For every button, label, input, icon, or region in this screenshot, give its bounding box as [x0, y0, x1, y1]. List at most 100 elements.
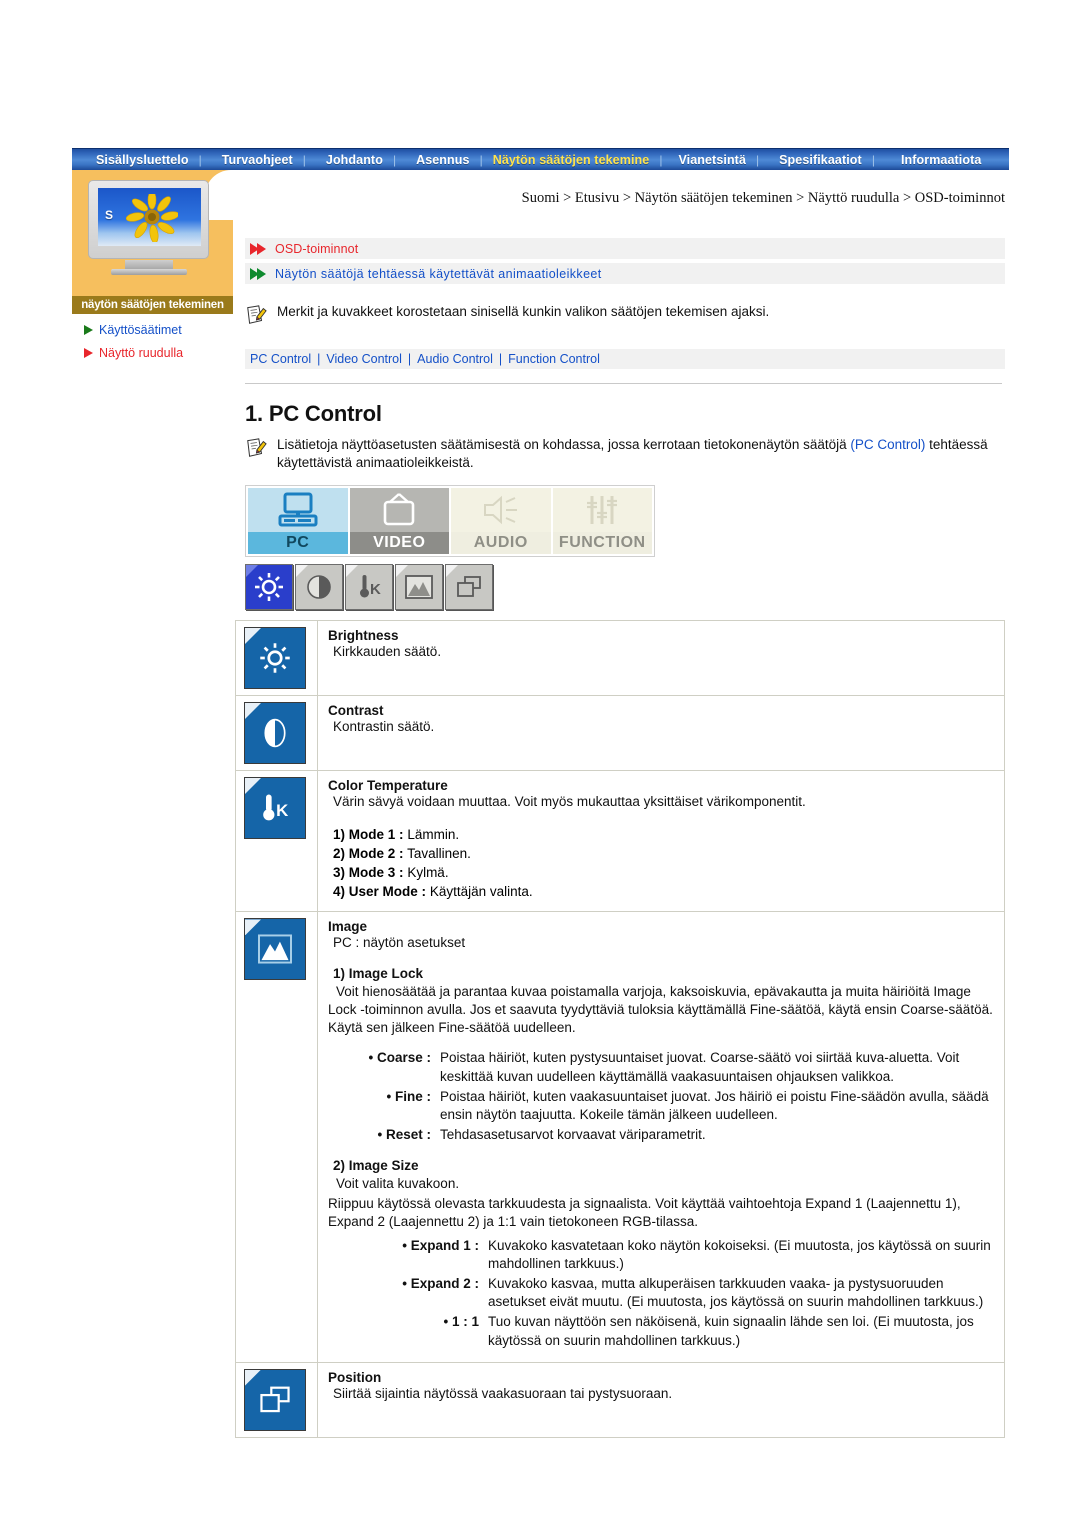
section-header-osd-toiminnot[interactable]: OSD-toiminnot — [245, 238, 1005, 259]
monitor-base — [111, 269, 187, 275]
tv-icon — [350, 488, 450, 532]
row-description: Värin sävyä voidaan muuttaa. Voit myös m… — [333, 794, 806, 809]
nav-item-spesifikaatiot[interactable]: Spesifikaatiot — [773, 153, 868, 167]
table-row-text-cell: Brightness Kirkkauden säätö. — [318, 621, 1004, 695]
page-root: Sisällysluettelo | Turvaohjeet | Johdant… — [0, 0, 1080, 1528]
control-links-bar: PC Control | Video Control | Audio Contr… — [245, 349, 1005, 369]
nav-item-sisallysluettelo[interactable]: Sisällysluettelo — [90, 153, 195, 167]
definition-description: Poistaa häiriöt, kuten vaakasuuntaiset j… — [440, 1088, 989, 1122]
image-size-body-2: Riippuu käytössä olevasta tarkkuudesta j… — [328, 1195, 961, 1230]
image-icon — [244, 918, 306, 981]
definition-description: Tuo kuvan näyttöön sen näköisenä, kuin s… — [488, 1314, 974, 1348]
table-row-text-cell: Position Siirtää sijaintia näytössä vaak… — [318, 1363, 1004, 1437]
mode-name: Mode 3 : — [348, 865, 404, 881]
link-function-control[interactable]: Function Control — [508, 352, 600, 366]
tab-function-label: FUNCTION — [552, 532, 652, 554]
intro-link-pc-control[interactable]: (PC Control) — [850, 437, 925, 452]
nav-separator: | — [198, 152, 202, 167]
link-pc-control[interactable]: PC Control — [250, 352, 311, 366]
table-row-position: Position Siirtää sijaintia näytössä vaak… — [236, 1362, 1004, 1437]
osd-main-tabs: PC VIDEO AUDIO FUNCTION — [245, 485, 655, 557]
definition-description: Poistaa häiriöt, kuten pystysuuntaiset j… — [440, 1050, 960, 1084]
definition-row: • Fine : Poistaa häiriöt, kuten vaakasuu… — [328, 1088, 994, 1124]
mode-name: Mode 1 : — [348, 826, 404, 842]
monitor-screen: S — [98, 188, 201, 246]
row-title: Color Temperature — [328, 778, 448, 793]
link-audio-control[interactable]: Audio Control — [417, 352, 493, 366]
row-title: Image — [328, 919, 368, 935]
definition-term: • Reset : — [377, 1126, 432, 1142]
brightness-icon-button[interactable] — [245, 564, 293, 610]
nav-separator: | — [479, 152, 483, 167]
image-size-block: 2) Image Size Voit valita kuvakoon. Riip… — [328, 1158, 994, 1350]
image-icon-button[interactable] — [395, 564, 443, 610]
row-title: Brightness — [328, 628, 399, 643]
link-video-control[interactable]: Video Control — [326, 352, 402, 366]
monitor-screen-letter: S — [105, 208, 114, 222]
definition-term: • Fine : — [386, 1088, 431, 1104]
contrast-icon — [307, 575, 331, 599]
sidebar-item-naytto-ruudulla[interactable]: Näyttö ruudulla — [72, 341, 247, 364]
tab-video[interactable]: VIDEO — [349, 488, 450, 554]
mode-num: 3) — [333, 865, 346, 881]
mode-value: Tavallinen. — [407, 845, 471, 861]
color-temperature-icon: K — [244, 777, 306, 839]
image-lock-definition-list: • Coarse : Poistaa häiriöt, kuten pystys… — [328, 1049, 994, 1143]
section-header-label: OSD-toiminnot — [275, 241, 359, 256]
tab-audio[interactable]: AUDIO — [451, 488, 551, 554]
definition-term: • Expand 2 : — [402, 1276, 479, 1292]
nav-item-johdanto[interactable]: Johdanto — [320, 153, 389, 167]
definition-description: Kuvakoko kasvaa, mutta alkuperäisen tark… — [488, 1276, 984, 1310]
mode-item: 1) Mode 1 : Lämmin. — [328, 825, 994, 844]
tab-pc-label: PC — [248, 532, 348, 554]
nav-separator: | — [871, 152, 875, 167]
table-row-icon-cell: K — [236, 771, 318, 912]
position-icon-button[interactable] — [445, 564, 493, 610]
mode-item: 2) Mode 2 : Tavallinen. — [328, 844, 994, 863]
nav-item-informaatiota[interactable]: Informaatiota — [895, 153, 987, 167]
intro-block: Lisätietoja näyttöasetusten säätämisestä… — [245, 436, 1005, 472]
link-separator: | — [407, 352, 412, 366]
sidebar-caption: näytön säätöjen tekeminen — [72, 296, 233, 314]
nav-item-turvaohjeet[interactable]: Turvaohjeet — [216, 153, 299, 167]
color-temperature-icon-button[interactable]: K — [345, 564, 393, 610]
nav-item-nayton-saatojen-tekemine[interactable]: Näytön säätöjen tekemine — [487, 153, 656, 167]
table-row-icon-cell — [236, 1362, 318, 1437]
speaker-icon — [451, 488, 551, 532]
mode-item: 3) Mode 3 : Kylmä. — [328, 863, 994, 882]
row-title: Position — [328, 1369, 382, 1385]
table-row-color-temperature: K Color Temperature Värin sävyä voidaan … — [236, 771, 1004, 913]
sidebar-item-label: Käyttösäätimet — [99, 322, 182, 337]
intro-text-part1: Lisätietoja näyttöasetusten säätämisestä… — [277, 437, 851, 452]
nav-item-asennus[interactable]: Asennus — [410, 153, 476, 167]
double-arrow-right-icon — [250, 242, 266, 255]
table-row-text-cell: Contrast Kontrastin säätö. — [318, 696, 1004, 770]
tab-function[interactable]: FUNCTION — [552, 488, 652, 554]
row-description: Siirtää sijaintia näytössä vaakasuoraan … — [333, 1385, 673, 1401]
section-header-label: Näytön säätöjä tehtäessä käytettävät ani… — [275, 266, 602, 281]
nav-separator: | — [302, 152, 306, 167]
mode-name: Mode 2 : — [348, 845, 404, 861]
osd-sub-icon-strip: K — [245, 564, 495, 612]
nav-separator: | — [756, 152, 760, 167]
definition-description: Tehdasasetusarvot korvaavat väriparametr… — [440, 1126, 706, 1142]
tab-video-label: VIDEO — [349, 532, 449, 554]
top-navigation-bar: Sisällysluettelo | Turvaohjeet | Johdant… — [72, 148, 1009, 170]
mode-num: 2) — [333, 845, 346, 861]
mode-value: Lämmin. — [407, 826, 460, 842]
link-separator: | — [498, 352, 503, 366]
contrast-icon-button[interactable] — [295, 564, 343, 610]
link-separator: | — [317, 352, 321, 366]
nav-separator: | — [392, 152, 397, 167]
svg-text:K: K — [276, 801, 289, 820]
color-temperature-icon: K — [360, 575, 381, 598]
contrast-icon — [244, 702, 306, 764]
sidebar-item-kayttosaatimet[interactable]: Käyttösäätimet — [72, 318, 247, 341]
row-description: Kontrastin säätö. — [333, 719, 435, 734]
nav-item-vianetsinta[interactable]: Vianetsintä — [672, 153, 752, 167]
tab-pc[interactable]: PC — [248, 488, 348, 554]
row-title: Contrast — [328, 703, 384, 718]
definition-row: • 1 : 1 Tuo kuvan näyttöön sen näköisenä… — [328, 1313, 994, 1349]
section-header-animaatioleikkeet[interactable]: Näytön säätöjä tehtäessä käytettävät ani… — [245, 263, 1005, 284]
mode-name: User Mode : — [348, 884, 427, 900]
